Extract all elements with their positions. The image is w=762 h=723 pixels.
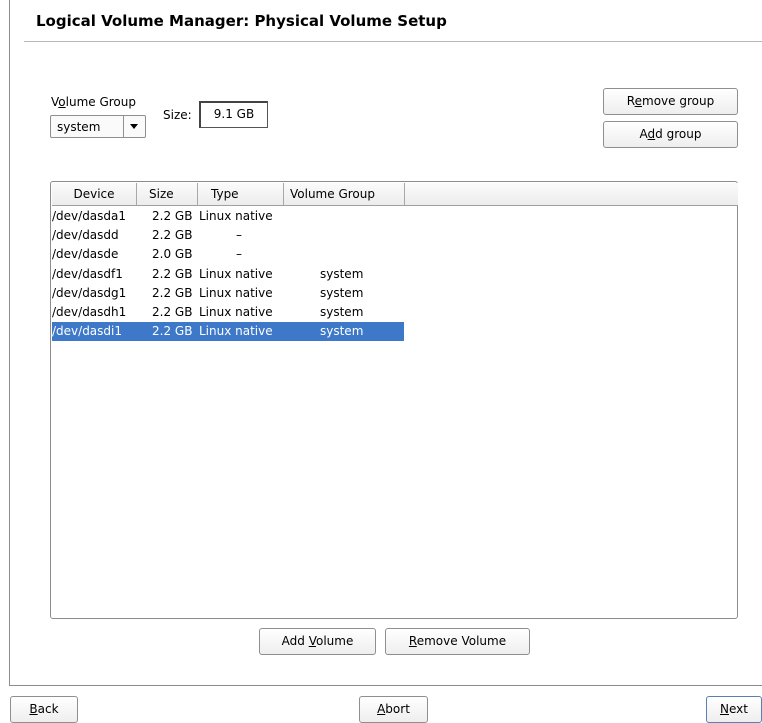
table-row[interactable]: /dev/dasdg1 2.2 GB Linux native system [52,284,404,303]
physical-volume-table[interactable]: Device Size Type Volume Group /dev/dasda… [50,181,738,619]
column-header-type[interactable]: Type [198,183,284,205]
table-row[interactable]: /dev/dasdd 2.2 GB – [52,226,404,245]
cell-device: /dev/dasdd [52,228,119,242]
column-header-volume-group[interactable]: Volume Group [284,183,405,205]
cell-size: 2.2 GB [152,228,193,242]
cell-device: /dev/dasda1 [52,209,127,223]
cell-size: 2.2 GB [152,305,193,319]
back-button[interactable]: Back [10,696,78,723]
next-button[interactable]: Next [706,696,762,723]
cell-size: 2.2 GB [152,209,193,223]
cell-device: /dev/dasdh1 [52,305,127,319]
table-row[interactable]: /dev/dasde 2.0 GB – [52,245,404,264]
cell-type: Linux native [199,286,273,300]
cell-type: – [236,247,242,261]
cell-size: 2.2 GB [152,324,193,338]
table-row-selected[interactable]: /dev/dasdi1 2.2 GB Linux native system [52,322,404,341]
table-header: Device Size Type Volume Group [52,183,738,206]
volume-group-select[interactable]: system [50,115,146,138]
cell-volume-group: system [320,267,364,281]
cell-size: 2.2 GB [152,267,193,281]
cell-device: /dev/dasde [52,247,119,261]
chevron-down-icon[interactable] [123,116,145,137]
cell-type: Linux native [199,209,273,223]
cell-type: – [236,228,242,242]
size-label: Size: [163,108,192,122]
volume-group-selected-value: system [57,120,101,134]
cell-volume-group: system [320,286,364,300]
abort-button[interactable]: Abort [359,696,428,723]
volume-group-label: Volume Group [51,95,136,109]
table-row[interactable]: /dev/dasdf1 2.2 GB Linux native system [52,265,404,284]
cell-volume-group: system [320,305,364,319]
cell-device: /dev/dasdi1 [52,324,122,338]
cell-size: 2.2 GB [152,286,193,300]
cell-type: Linux native [199,324,273,338]
column-header-device[interactable]: Device [52,183,137,205]
column-header-size[interactable]: Size [137,183,198,205]
add-group-button[interactable]: Add group [603,121,738,148]
cell-device: /dev/dasdf1 [52,267,123,281]
remove-volume-button[interactable]: Remove Volume [385,628,530,655]
cell-volume-group: system [320,324,364,338]
cell-size: 2.0 GB [152,247,193,261]
table-row[interactable]: /dev/dasdh1 2.2 GB Linux native system [52,303,404,322]
table-row[interactable]: /dev/dasda1 2.2 GB Linux native [52,207,404,226]
cell-type: Linux native [199,267,273,281]
cell-device: /dev/dasdg1 [52,286,127,300]
size-value-field: 9.1 GB [199,101,268,128]
add-volume-button[interactable]: Add Volume [259,628,376,655]
cell-type: Linux native [199,305,273,319]
remove-group-button[interactable]: Remove group [603,88,738,115]
page-title: Logical Volume Manager: Physical Volume … [36,12,447,30]
title-divider [24,41,762,42]
